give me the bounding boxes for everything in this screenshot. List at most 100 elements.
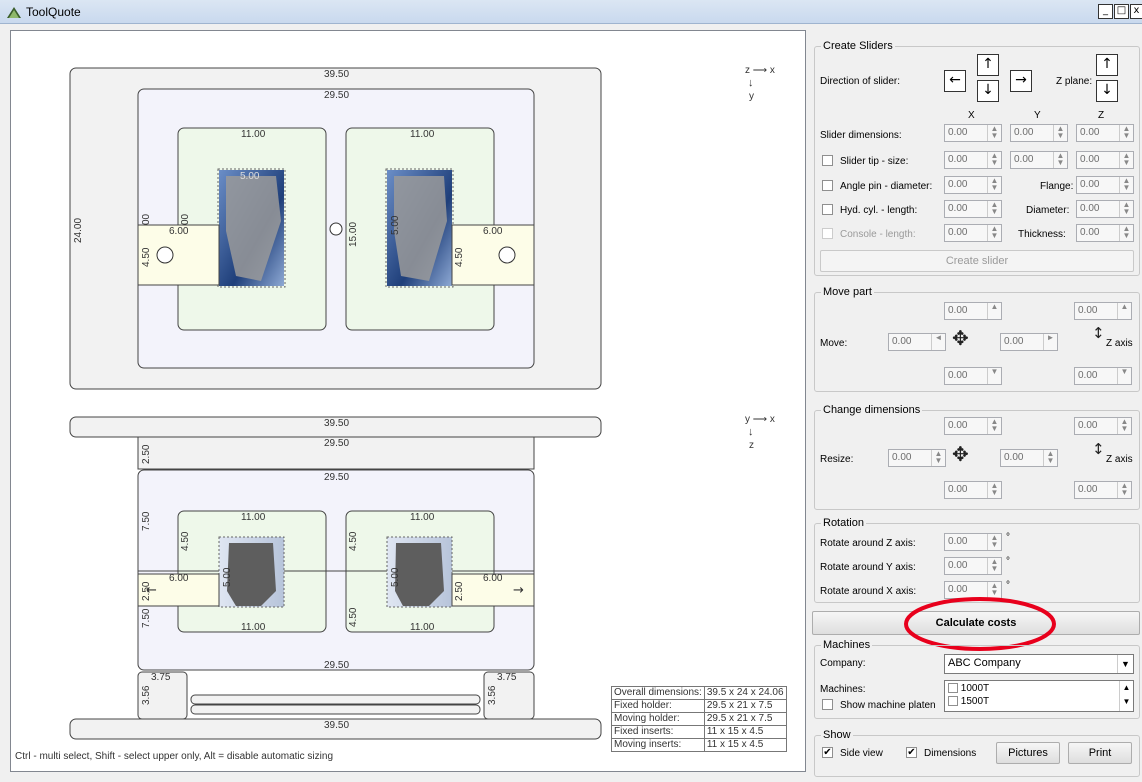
group-title: Create Sliders [821, 40, 895, 52]
side-view-checkbox[interactable]: ✔ [822, 747, 833, 758]
dim-small-left: 00 [141, 213, 152, 225]
resize-left-input[interactable]: 0.00 ▲ ▼ [888, 449, 946, 467]
resize-z-up-input[interactable]: 0.00 ▲ ▼ [1074, 417, 1132, 435]
dir-right-button[interactable]: → [1010, 70, 1032, 92]
dir-left-button[interactable]: ← [944, 70, 966, 92]
dimensions-checkbox[interactable]: ✔ [906, 747, 917, 758]
side-axis-vertical: z [749, 440, 754, 451]
side-dim-riser-left-h: 3.56 [141, 685, 152, 705]
move-right-input[interactable]: 0.00 ► [1000, 333, 1058, 351]
company-select[interactable]: ABC Company ▼ [944, 654, 1134, 674]
move-z-up-input[interactable]: 0.00 ▲ [1074, 302, 1132, 320]
thickness-input[interactable]: 0.00 ▲ ▼ [1076, 224, 1134, 242]
maximize-button[interactable]: □ [1114, 4, 1129, 19]
flange-label: Flange: [1040, 181, 1074, 192]
group-title: Change dimensions [821, 404, 923, 416]
slider-dimensions-label: Slider dimensions: [820, 130, 902, 141]
resize-down-input[interactable]: 0.00 ▲ ▼ [944, 481, 1002, 499]
rotate-z-label: Rotate around Z axis: [820, 538, 916, 549]
diameter-input[interactable]: 0.00 ▲ ▼ [1076, 200, 1134, 218]
dim-slider-left-width: 4.50 [141, 247, 152, 267]
dropdown-arrow-icon: ▼ [1117, 655, 1133, 673]
minimize-button[interactable]: _ [1098, 4, 1113, 19]
drawing-canvas[interactable]: ← → z ⟶ x ↓ y 39.50 29.50 24.00 11.00 11… [10, 30, 806, 772]
slider-dim-y-input[interactable]: 0.00 ▲ ▼ [1010, 124, 1068, 142]
side-dim-bottom-plate: 39.50 [324, 720, 350, 731]
side-dim-fixed-holder: 29.50 [324, 438, 350, 449]
print-button[interactable]: Print [1068, 742, 1132, 764]
dim-outer-width: 39.50 [324, 69, 350, 80]
dim-insert-right-width: 11.00 [410, 129, 435, 140]
zplane-up-button[interactable]: ↑ [1096, 54, 1118, 76]
side-dim-slider-h-left: 2.50 [141, 581, 152, 601]
side-dim-moving-top: 7.50 [141, 511, 152, 531]
create-slider-button[interactable]: Create slider [820, 250, 1134, 272]
close-button[interactable]: x [1130, 4, 1142, 19]
summary-row: Fixed inserts: 11 x 15 x 4.5 [611, 725, 787, 739]
side-dim-insert-right-top: 11.00 [410, 512, 435, 523]
side-dim-insert-h-right2: 4.50 [348, 607, 359, 627]
dim-outer-height: 24.00 [73, 217, 84, 243]
side-dim-insert-h-right: 4.50 [348, 531, 359, 551]
summary-table: Overall dimensions: 39.5 x 24 x 24.06 Fix… [611, 686, 787, 752]
slider-tip-z-input[interactable]: 0.00 ▲ ▼ [1076, 151, 1134, 169]
hyd-cyl-input[interactable]: 0.00 ▲ ▼ [944, 200, 1002, 218]
move-z-down-input[interactable]: 0.00 ▼ [1074, 367, 1132, 385]
move-label: Move: [820, 338, 848, 349]
slider-dim-z-input[interactable]: 0.00 ▲ ▼ [1076, 124, 1134, 142]
slider-dim-x-input[interactable]: 0.00 ▲ ▼ [944, 124, 1002, 142]
move-left-input[interactable]: 0.00 ◄ [888, 333, 946, 351]
zplane-label: Z plane: [1056, 76, 1093, 87]
side-dim-insert-left-bottom: 11.00 [241, 622, 266, 633]
angle-pin-checkbox[interactable] [822, 180, 833, 191]
list-scrollbar[interactable]: ▲ ▼ [1119, 681, 1133, 711]
side-slider-right-arrow: → [513, 583, 524, 598]
pictures-button[interactable]: Pictures [996, 742, 1060, 764]
move-z-axis-label: Z axis [1106, 338, 1133, 349]
flange-input[interactable]: 0.00 ▲ ▼ [1076, 176, 1134, 194]
hyd-cyl-label: Hyd. cyl. - length: [840, 205, 918, 216]
slider-tip-checkbox[interactable] [822, 155, 833, 166]
move-down-input[interactable]: 0.00 ▼ [944, 367, 1002, 385]
rotate-y-label: Rotate around Y axis: [820, 562, 916, 573]
console-checkbox[interactable] [822, 228, 833, 239]
resize-z-down-input[interactable]: 0.00 ▲ ▼ [1074, 481, 1132, 499]
window-title: ToolQuote [26, 5, 81, 19]
side-dim-part-left: 5.00 [222, 567, 233, 587]
list-item[interactable]: 1500T [948, 696, 989, 707]
thickness-label: Thickness: [1018, 229, 1066, 240]
slider-tip-y-input[interactable]: 0.00 ▲ ▼ [1010, 151, 1068, 169]
group-title: Rotation [821, 517, 866, 529]
side-axis-horizontal: y ⟶ x [745, 414, 775, 425]
side-dim-top-plate: 39.50 [324, 418, 350, 429]
slider-tip-x-input[interactable]: 0.00 ▲ ▼ [944, 151, 1002, 169]
dim-holder-width: 29.50 [324, 90, 350, 101]
keyboard-hint: Ctrl - multi select, Shift - select uppe… [15, 751, 334, 762]
hyd-cyl-checkbox[interactable] [822, 204, 833, 215]
show-platen-checkbox[interactable] [822, 699, 833, 710]
machines-list[interactable]: 1000T 1500T ▲ ▼ [944, 680, 1134, 712]
dir-down-button[interactable]: ↓ [977, 80, 999, 102]
list-item[interactable]: 1000T [948, 683, 989, 694]
move-up-input[interactable]: 0.00 ▲ [944, 302, 1002, 320]
resize-up-input[interactable]: 0.00 ▲ ▼ [944, 417, 1002, 435]
resize-cross-arrows-icon: ✥ [952, 442, 969, 466]
slider-pin-right [498, 246, 516, 264]
resize-label: Resize: [820, 454, 854, 465]
dir-up-button[interactable]: ↑ [977, 54, 999, 76]
rotate-z-input[interactable]: 0.00 ▲ ▼ [944, 533, 1002, 551]
rotate-y-input[interactable]: 0.00 ▲ ▼ [944, 557, 1002, 575]
resize-right-input[interactable]: 0.00 ▲ ▼ [1000, 449, 1058, 467]
angle-pin-input[interactable]: 0.00 ▲ ▼ [944, 176, 1002, 194]
col-z: Z [1098, 110, 1105, 121]
dim-slider-right-width: 4.50 [454, 247, 465, 267]
slider-pin-left [156, 246, 174, 264]
console-input[interactable]: 0.00 ▲ ▼ [944, 224, 1002, 242]
dim-slider-left-length: 6.00 [169, 226, 189, 237]
console-label: Console - length: [840, 229, 916, 240]
dim-insert-left-width: 11.00 [241, 129, 266, 140]
zplane-down-button[interactable]: ↓ [1096, 80, 1118, 102]
side-dim-moving-holder: 29.50 [324, 472, 350, 483]
dim-small-left-insert: 00 [180, 213, 191, 225]
col-x: X [968, 110, 975, 121]
